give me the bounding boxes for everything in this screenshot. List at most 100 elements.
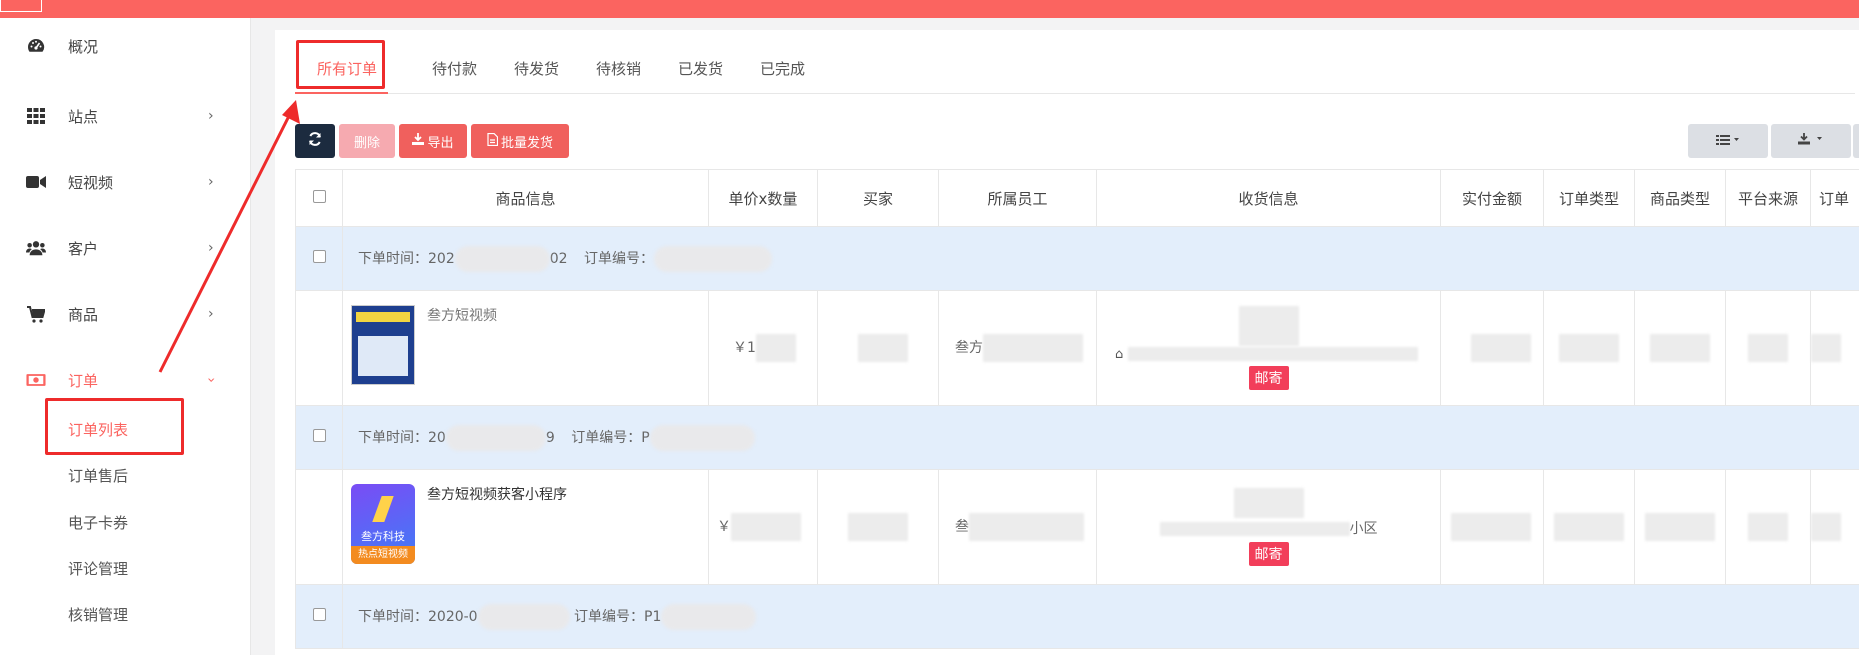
sidebar-item-short-video[interactable]: 短视频 › — [0, 162, 251, 202]
search-button[interactable] — [1853, 124, 1859, 158]
product-name[interactable]: 叁方短视频获客小程序 — [427, 484, 567, 564]
sidebar-item-label: 短视频 — [68, 173, 114, 192]
redacted-text — [1645, 513, 1715, 541]
batch-ship-button[interactable]: 批量发货 — [471, 124, 569, 158]
order-number-label: 订单编号： — [571, 429, 642, 446]
column-header[interactable]: 收货信息 — [1096, 169, 1441, 227]
refresh-button[interactable] — [295, 124, 335, 158]
logo-box[interactable] — [0, 0, 42, 12]
grid-icon — [26, 106, 46, 126]
export-options-button[interactable] — [1771, 124, 1851, 158]
order-header-row: 下单时间：2020-0 订单编号：P1 — [295, 584, 1859, 649]
refresh-icon — [308, 132, 322, 150]
sidebar-sub-item-reviews[interactable]: 评论管理 — [68, 558, 128, 579]
tab-completed[interactable]: 已完成 — [760, 58, 805, 79]
export-button[interactable]: 导出 — [399, 124, 467, 158]
sidebar-item-label: 客户 — [68, 239, 99, 258]
order-number-tail: P — [641, 429, 650, 446]
redacted-text — [731, 513, 801, 541]
users-icon — [26, 238, 46, 258]
sidebar-item-products[interactable]: 商品 › — [0, 294, 251, 334]
column-header[interactable]: 商品信息 — [342, 169, 709, 227]
redacted-text — [661, 603, 757, 630]
thumbnail-title: 叁方科技 — [361, 530, 405, 543]
redacted-text — [858, 334, 908, 362]
order-item-row: 叁方科技 热点短视频 叁方短视频获客小程序 ￥ 叁 小区 邮寄 — [295, 469, 1859, 585]
order-time-tail: 02 — [549, 250, 568, 267]
column-header[interactable]: 商品类型 — [1634, 169, 1726, 227]
column-header[interactable]: 单价x数量 — [708, 169, 818, 227]
delete-button[interactable]: 删除 — [339, 124, 395, 158]
select-all-checkbox[interactable] — [312, 190, 326, 203]
order-header-row: 下单时间：202 02 订单编号： — [295, 226, 1859, 291]
redacted-text — [983, 334, 1083, 362]
order-checkbox[interactable] — [312, 429, 326, 442]
sidebar-sub-item-e-coupons[interactable]: 电子卡券 — [68, 512, 128, 533]
thumbnail-subtitle: 热点短视频 — [351, 546, 415, 564]
tab-pending-payment[interactable]: 待付款 — [432, 58, 477, 79]
column-header[interactable]: 订单 — [1810, 169, 1859, 227]
column-header[interactable]: 买家 — [817, 169, 939, 227]
table-header-row: 商品信息 单价x数量 买家 所属员工 收货信息 实付金额 订单类型 商品类型 平… — [295, 169, 1859, 227]
redacted-text — [1811, 513, 1841, 541]
order-checkbox[interactable] — [312, 250, 326, 263]
list-icon — [1716, 134, 1740, 149]
redacted-text — [755, 334, 796, 362]
redacted-text — [848, 513, 908, 541]
tab-pending-verification[interactable]: 待核销 — [596, 58, 641, 79]
column-toggle-button[interactable] — [1688, 124, 1768, 158]
chevron-right-icon: › — [208, 240, 214, 256]
order-number-label: 订单编号： — [584, 250, 655, 267]
sidebar-sub-item-after-sales[interactable]: 订单售后 — [68, 465, 128, 486]
sidebar-item-overview[interactable]: 概况 — [0, 26, 251, 66]
product-thumbnail[interactable]: 叁方科技 热点短视频 — [351, 484, 415, 564]
video-camera-icon — [26, 172, 46, 192]
redacted-text — [1233, 488, 1304, 518]
column-header[interactable]: 订单类型 — [1543, 169, 1635, 227]
sidebar-item-site[interactable]: 站点 › — [0, 96, 251, 136]
sidebar: 概况 站点 › 短视频 › 客户 › 商品 › 订单 › 订单列表 订单售后 电… — [0, 18, 251, 655]
product-name[interactable]: 叁方短视频 — [427, 305, 497, 385]
export-button-label: 导出 — [427, 135, 454, 151]
highlight-box-all-orders-tab — [296, 40, 385, 89]
column-header[interactable]: 平台来源 — [1725, 169, 1811, 227]
redacted-text — [1748, 513, 1788, 541]
main-content: 所有订单 待付款 待发货 待核销 已发货 已完成 删除 导出 批量发货 商品信息… — [275, 30, 1859, 655]
chevron-down-icon: › — [202, 377, 219, 383]
download-icon — [1798, 133, 1824, 149]
order-time-label: 下单时间：2020-0 — [358, 608, 478, 625]
redacted-text — [1471, 334, 1531, 362]
chevron-right-icon: › — [208, 306, 214, 322]
column-header[interactable]: 所属员工 — [938, 169, 1097, 227]
column-header[interactable]: 实付金额 — [1440, 169, 1544, 227]
unit-price: ￥ — [717, 519, 731, 535]
tab-shipped[interactable]: 已发货 — [678, 58, 723, 79]
chevron-right-icon: › — [208, 108, 214, 124]
orders-table: 商品信息 单价x数量 买家 所属员工 收货信息 实付金额 订单类型 商品类型 平… — [295, 169, 1859, 649]
shipping-badge: 邮寄 — [1248, 542, 1289, 566]
sidebar-item-label: 订单 — [68, 371, 99, 390]
shipping-badge: 邮寄 — [1248, 366, 1289, 390]
delete-button-label: 删除 — [353, 135, 380, 151]
sidebar-item-customer[interactable]: 客户 › — [0, 228, 251, 268]
redacted-text — [1554, 513, 1624, 541]
order-checkbox[interactable] — [312, 608, 326, 621]
money-icon — [26, 370, 46, 390]
tab-pending-shipment[interactable]: 待发货 — [514, 58, 559, 79]
home-icon: ⌂ — [1115, 347, 1124, 362]
redacted-text — [1650, 334, 1710, 362]
sidebar-item-label: 商品 — [68, 305, 99, 324]
redacted-text — [445, 424, 546, 451]
redacted-text — [1451, 513, 1531, 541]
top-header-bar — [0, 0, 1859, 18]
active-tab-indicator — [295, 92, 388, 94]
redacted-text — [969, 513, 1084, 541]
redacted-text — [1238, 306, 1299, 346]
sidebar-sub-item-verification[interactable]: 核销管理 — [68, 604, 128, 625]
dashboard-icon — [26, 36, 46, 56]
order-time-tail: 9 — [545, 429, 555, 446]
product-thumbnail[interactable] — [351, 305, 415, 385]
cart-icon — [26, 304, 46, 324]
file-icon — [487, 132, 499, 150]
sidebar-item-orders[interactable]: 订单 › — [0, 360, 251, 400]
